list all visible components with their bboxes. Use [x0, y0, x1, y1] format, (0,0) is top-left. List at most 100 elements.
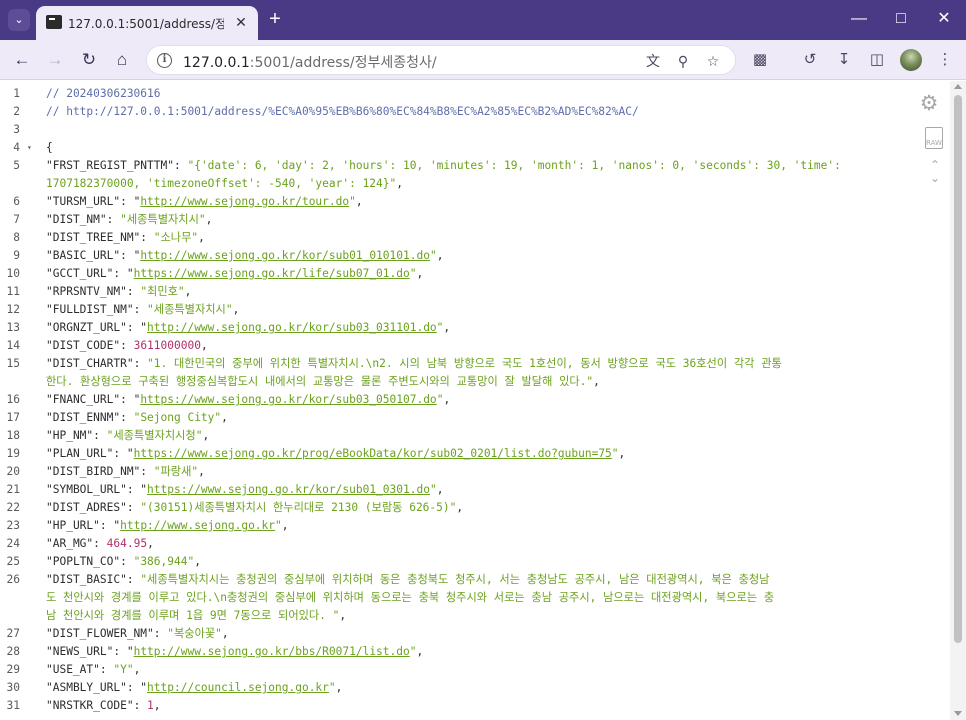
json-string: "최민호" [140, 285, 185, 298]
tab-active[interactable]: 127.0.0.1:5001/address/정부세 ✕ [36, 6, 258, 40]
line-number: 24 [6, 537, 20, 550]
back-arrow-icon[interactable]: ← [11, 49, 33, 71]
json-viewer: 1 // 20240306230616 2 // http://127.0.0.1:5… [0, 81, 950, 720]
json-key: "ORGNZT_URL" [46, 321, 127, 334]
line-number: 28 [6, 645, 20, 658]
terminal-icon [46, 15, 62, 29]
plus-icon[interactable]: + [264, 9, 286, 31]
line-number: 27 [6, 627, 20, 640]
json-punctuation: : [93, 429, 107, 442]
json-key: "RPRSNTV_NM" [46, 285, 127, 298]
site-info-icon[interactable]: i [157, 53, 172, 68]
chevron-down-icon[interactable]: ⌄ [8, 9, 30, 31]
chevron-down-icon[interactable]: ⌄ [926, 172, 944, 184]
json-string: "세종특별자치시청" [106, 429, 203, 442]
code-text: "DIST_ENNM": "Sejong City", [46, 409, 228, 427]
url-path: :5001/address/정부세종청사/ [249, 55, 437, 71]
url-link[interactable]: http://council.sejong.go.kr [147, 681, 329, 694]
json-punctuation: : " [113, 447, 134, 460]
json-punctuation: , [618, 447, 626, 460]
code-text: "DIST_TREE_NM": "소나무", [46, 229, 205, 247]
performance-icon[interactable]: ↺ [799, 49, 821, 71]
raw-view-icon[interactable]: RAW [925, 127, 943, 149]
url-link[interactable]: https://www.sejong.go.kr/kor/sub01_0301.… [147, 483, 430, 496]
code-text: "HP_NM": "세종특별자치시청", [46, 427, 209, 445]
json-punctuation: , [205, 213, 213, 226]
json-string: "Y" [113, 663, 134, 676]
gear-icon[interactable]: ⚙ [918, 93, 940, 115]
address-url[interactable]: 127.0.0.1:5001/address/정부세종청사/ [183, 52, 437, 72]
minimize-icon[interactable]: — [845, 8, 873, 32]
json-punctuation: : " [99, 519, 121, 532]
json-punctuation: : [126, 501, 141, 514]
json-number: 3611000000 [133, 339, 201, 352]
json-string: 한다. 환상형으로 구축된 행정중심복합도시 내에서의 교통망은 물론 주변도시… [46, 375, 594, 388]
code-text: "GCCT_URL": "https://www.sejong.go.kr/li… [46, 265, 423, 283]
code-text: "FRST_REGIST_PNTTM": "{'date': 6, 'day':… [46, 157, 841, 175]
json-punctuation: : [120, 411, 134, 424]
json-key: "FRST_REGIST_PNTTM" [46, 159, 174, 172]
close-window-icon[interactable]: ✕ [930, 8, 958, 32]
scroll-up-arrow[interactable] [954, 84, 962, 89]
json-punctuation: : [173, 159, 188, 172]
url-link[interactable]: http://www.sejong.go.kr [120, 519, 275, 532]
comment-text: // 20240306230616 [46, 87, 161, 100]
json-punctuation: : [133, 303, 148, 316]
code-text: "POPLTN_CO": "386,944", [46, 553, 201, 571]
json-key: "DIST_BASIC" [46, 573, 127, 586]
url-link[interactable]: http://www.sejong.go.kr/tour.do [140, 195, 349, 208]
line-number: 14 [6, 339, 20, 352]
code-text: "TURSM_URL": "http://www.sejong.go.kr/to… [46, 193, 363, 211]
zoom-icon[interactable]: ⚲ [673, 51, 693, 71]
close-icon[interactable]: ✕ [232, 13, 250, 31]
code-text: "DIST_CODE": 3611000000, [46, 337, 208, 355]
scroll-thumb[interactable] [954, 95, 962, 643]
json-string: " [275, 519, 282, 532]
code-text: "DIST_ADRES": "(30151)세종특별자치시 한누리대로 2130… [46, 499, 463, 517]
fold-toggle-icon[interactable]: ▾ [27, 139, 32, 157]
json-punctuation: , [198, 231, 205, 244]
json-key: "SYMBOL_URL" [46, 483, 127, 496]
url-link[interactable]: https://www.sejong.go.kr/kor/sub03_05010… [140, 393, 436, 406]
json-punctuation: : [133, 699, 148, 712]
star-icon[interactable]: ☆ [703, 51, 723, 71]
url-link[interactable]: http://www.sejong.go.kr/kor/sub01_010101… [140, 249, 430, 262]
json-punctuation: : [153, 627, 168, 640]
line-number: 23 [6, 519, 20, 532]
translate-icon[interactable]: 文 [643, 51, 663, 71]
json-key: "FULLDIST_NM" [46, 303, 134, 316]
json-key: "DIST_BIRD_NM" [46, 465, 141, 478]
chevron-up-icon[interactable]: ⌃ [926, 159, 944, 171]
code-text: "FNANC_URL": "https://www.sejong.go.kr/k… [46, 391, 450, 409]
json-string: "세종특별자치시는 충청권의 중심부에 위치하며 동은 충청북도 청주시, 서는… [140, 573, 770, 586]
json-number: 464.95 [106, 537, 148, 550]
json-punctuation: : " [120, 393, 141, 406]
scroll-down-arrow[interactable] [954, 711, 962, 716]
json-key: "DIST_CHARTR" [46, 357, 134, 370]
url-link[interactable]: http://www.sejong.go.kr/kor/sub03_031101… [147, 321, 437, 334]
code-text: "AR_MG": 464.95, [46, 535, 154, 553]
url-link[interactable]: https://www.sejong.go.kr/life/sub07_01.d… [134, 267, 410, 280]
kebab-menu-icon[interactable]: ⋮ [934, 49, 956, 71]
url-link[interactable]: http://www.sejong.go.kr/bbs/R0071/list.d… [134, 645, 410, 658]
json-key: "AR_MG" [46, 537, 94, 550]
line-number: 21 [6, 483, 20, 496]
reload-icon[interactable]: ↻ [78, 49, 100, 71]
json-string: 1707182370000, 'timezoneOffset': -540, '… [46, 177, 397, 190]
comment-text: // http://127.0.0.1:5001/address/%EC%A0%… [46, 105, 639, 118]
download-icon[interactable]: ↧ [833, 49, 855, 71]
code-text: "HP_URL": "http://www.sejong.go.kr", [46, 517, 289, 535]
json-key: "DIST_TREE_NM" [46, 231, 141, 244]
maximize-icon[interactable]: □ [887, 8, 915, 32]
avatar[interactable] [900, 49, 922, 71]
code-text: "DIST_NM": "세종특별자치시", [46, 211, 212, 229]
home-icon[interactable]: ⌂ [111, 49, 133, 71]
extensions-icon[interactable]: ▩ [749, 49, 771, 71]
forward-arrow-icon[interactable]: → [44, 49, 66, 71]
vertical-scrollbar[interactable] [950, 81, 966, 720]
side-panel-icon[interactable]: ◫ [866, 49, 888, 71]
url-link[interactable]: https://www.sejong.go.kr/prog/eBookData/… [134, 447, 612, 460]
address-bar[interactable]: i 127.0.0.1:5001/address/정부세종청사/ 文 ⚲ ☆ [146, 45, 736, 75]
json-punctuation: : [106, 213, 121, 226]
json-punctuation: : " [113, 645, 134, 658]
